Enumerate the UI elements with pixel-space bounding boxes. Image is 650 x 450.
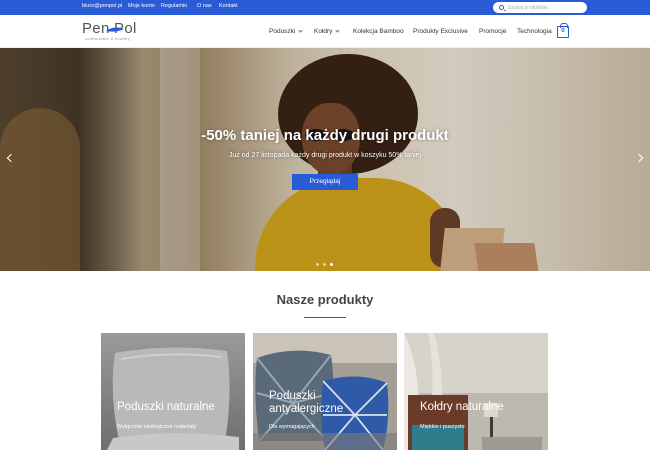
product-card-poduszki-antyalergiczne[interactable]: Poduszki antyalergiczne Dla wymagających [253, 333, 397, 450]
nav-label: Poduszki [269, 28, 296, 35]
card-title: Kołdry naturalne [420, 401, 504, 413]
cart-count: 0 [561, 28, 565, 34]
card-image-pillows [101, 333, 245, 450]
hero-overlay [0, 48, 650, 271]
contact-link[interactable]: Kontakt [219, 3, 238, 9]
nav-item-technologia[interactable]: Technologia [517, 28, 552, 35]
slider-dot-active[interactable] [330, 263, 333, 266]
slider-dots [314, 263, 336, 267]
slider-dot[interactable] [323, 263, 326, 266]
product-card-koldry-naturalne[interactable]: Kołdry naturalne Miękkie i puszyste [404, 333, 548, 450]
chevron-down-icon [335, 28, 341, 33]
search-icon[interactable] [499, 5, 504, 10]
browse-button[interactable]: Przeglądaj [292, 174, 358, 190]
slider-dot[interactable] [316, 263, 319, 266]
nav-label: Kołdry [314, 28, 333, 35]
card-description: Miękkie i puszyste [420, 424, 465, 430]
search-input[interactable] [508, 3, 582, 12]
site-logo[interactable]: Pen Pol comfortable & healthy [82, 20, 162, 44]
search-box [493, 2, 587, 13]
card-title: Poduszki naturalne [117, 401, 215, 413]
nav-item-promocje[interactable]: Promocje [479, 28, 506, 35]
email-link[interactable]: biuro@penpol.pl [82, 3, 122, 9]
about-link[interactable]: O nas [197, 3, 212, 9]
my-account-link[interactable]: Moje konto [128, 3, 155, 9]
nav-item-produkty-exclusive[interactable]: Produkty Exclusive [413, 28, 468, 35]
nav-item-poduszki[interactable]: Poduszki [269, 28, 303, 35]
card-image-bedroom [404, 333, 548, 450]
card-title: Poduszki antyalergiczne [269, 390, 343, 416]
card-description: Dla wymagających [269, 424, 315, 430]
nav-item-koldry[interactable]: Kołdry [314, 28, 341, 35]
card-title-line: antyalergiczne [269, 403, 344, 415]
card-description: Wyłącznie ekologiczne materiały [117, 424, 197, 430]
section-divider [304, 317, 346, 318]
nav-item-kolekcja-bamboo[interactable]: Kolekcja Bamboo [353, 28, 404, 35]
card-title-line: Poduszki [269, 390, 316, 402]
terms-link[interactable]: Regulamin [161, 3, 187, 9]
chevron-down-icon [298, 28, 303, 33]
logo-feather-icon [106, 27, 124, 32]
cart-icon[interactable]: 0 [557, 23, 569, 38]
product-card-poduszki-naturalne[interactable]: Poduszki naturalne Wyłącznie ekologiczne… [101, 333, 245, 450]
hero-subtitle: Już od 27 listopada każdy drugi produkt … [228, 152, 422, 159]
logo-tagline: comfortable & healthy [85, 36, 130, 41]
hero-title: -50% taniej na każdy drugi produkt [201, 127, 449, 144]
top-bar: biuro@penpol.pl Moje konto Regulamin O n… [0, 0, 650, 15]
hero-slider: -50% taniej na każdy drugi produkt Już o… [0, 48, 650, 271]
section-title: Nasze produkty [276, 292, 374, 307]
site-header: Pen Pol comfortable & healthy Poduszki K… [0, 15, 650, 48]
